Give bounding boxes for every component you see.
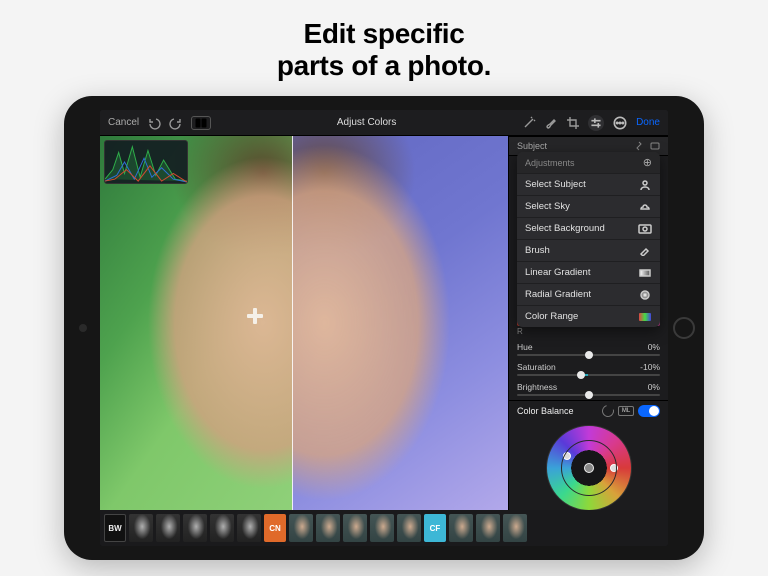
- popover-radial-gradient[interactable]: Radial Gradient: [517, 283, 660, 305]
- color-balance-toggle[interactable]: [638, 405, 660, 417]
- popover-select-background[interactable]: Select Background: [517, 217, 660, 239]
- color-balance-header: Color Balance ML: [509, 401, 668, 421]
- top-toolbar: Cancel Adjust Colors Done: [100, 110, 668, 136]
- brush-tool-icon: [638, 246, 652, 256]
- color-balance-wheel[interactable]: [546, 425, 632, 510]
- undo-icon[interactable]: [147, 116, 161, 130]
- home-button[interactable]: [673, 317, 695, 339]
- more-icon[interactable]: [612, 115, 628, 131]
- adjustments-panel: Subject Adjustments ⊕ Select Subject: [508, 136, 668, 510]
- preset-thumb[interactable]: [397, 514, 421, 542]
- preset-cf[interactable]: CF: [424, 514, 446, 542]
- preset-thumb[interactable]: [476, 514, 500, 542]
- preset-bw[interactable]: BW: [104, 514, 126, 542]
- adjust-icon[interactable]: [588, 115, 604, 131]
- radial-gradient-icon: [638, 290, 652, 300]
- saturation-slider[interactable]: Saturation-10%: [509, 360, 668, 380]
- sky-icon: [638, 202, 652, 212]
- crop-icon[interactable]: [566, 116, 580, 130]
- background-icon: [638, 224, 652, 234]
- preset-thumb[interactable]: [289, 514, 313, 542]
- popover-linear-gradient[interactable]: Linear Gradient: [517, 261, 660, 283]
- color-range-icon: [638, 312, 652, 322]
- tablet-frame: Cancel Adjust Colors Done: [64, 96, 704, 560]
- popover-brush[interactable]: Brush: [517, 239, 660, 261]
- popover-header: Adjustments ⊕: [517, 152, 660, 173]
- add-icon[interactable]: ⊕: [643, 156, 652, 169]
- mask-popover: Adjustments ⊕ Select Subject Select Sky …: [517, 152, 660, 327]
- ml-badge[interactable]: ML: [618, 406, 634, 416]
- redo-icon[interactable]: [169, 116, 183, 130]
- preset-thumb[interactable]: [316, 514, 340, 542]
- mask-icon[interactable]: [650, 141, 660, 151]
- done-button[interactable]: Done: [636, 117, 660, 128]
- histogram-overlay[interactable]: [104, 140, 188, 184]
- earring-detail: [247, 308, 263, 324]
- preset-thumb[interactable]: [156, 514, 180, 542]
- compare-toggle-icon[interactable]: [191, 116, 211, 130]
- before-image: [100, 136, 292, 510]
- preset-thumb[interactable]: [449, 514, 473, 542]
- popover-select-subject[interactable]: Select Subject: [517, 173, 660, 195]
- preset-thumb[interactable]: [129, 514, 153, 542]
- wand-icon[interactable]: [522, 116, 536, 130]
- preset-thumb[interactable]: [370, 514, 394, 542]
- preset-thumb[interactable]: [503, 514, 527, 542]
- after-image: [292, 136, 508, 510]
- preset-thumb[interactable]: [183, 514, 207, 542]
- preset-thumb[interactable]: [237, 514, 261, 542]
- preset-filmstrip[interactable]: BW CN CF: [100, 510, 668, 546]
- photo-canvas[interactable]: [100, 136, 508, 510]
- linear-gradient-icon: [638, 268, 652, 278]
- popover-color-range[interactable]: Color Range: [517, 305, 660, 327]
- popover-select-sky[interactable]: Select Sky: [517, 195, 660, 217]
- preset-thumb[interactable]: [343, 514, 367, 542]
- app-screen: Cancel Adjust Colors Done: [100, 110, 668, 546]
- preset-cn[interactable]: CN: [264, 514, 286, 542]
- cycle-icon[interactable]: [634, 141, 644, 151]
- reset-color-balance-icon[interactable]: [600, 403, 616, 419]
- wheel-handle-a[interactable]: [563, 452, 571, 460]
- hue-slider[interactable]: Hue0%: [509, 340, 668, 360]
- split-divider[interactable]: [292, 136, 293, 510]
- person-icon: [638, 180, 652, 190]
- brightness-slider[interactable]: Brightness0%: [509, 380, 668, 400]
- wheel-center-handle[interactable]: [584, 463, 594, 473]
- brush-icon[interactable]: [544, 116, 558, 130]
- preset-thumb[interactable]: [210, 514, 234, 542]
- wheel-handle-b[interactable]: [610, 464, 618, 472]
- screen-title: Adjust Colors: [337, 117, 396, 128]
- headline: Edit specific parts of a photo.: [0, 0, 768, 96]
- cancel-button[interactable]: Cancel: [108, 117, 139, 128]
